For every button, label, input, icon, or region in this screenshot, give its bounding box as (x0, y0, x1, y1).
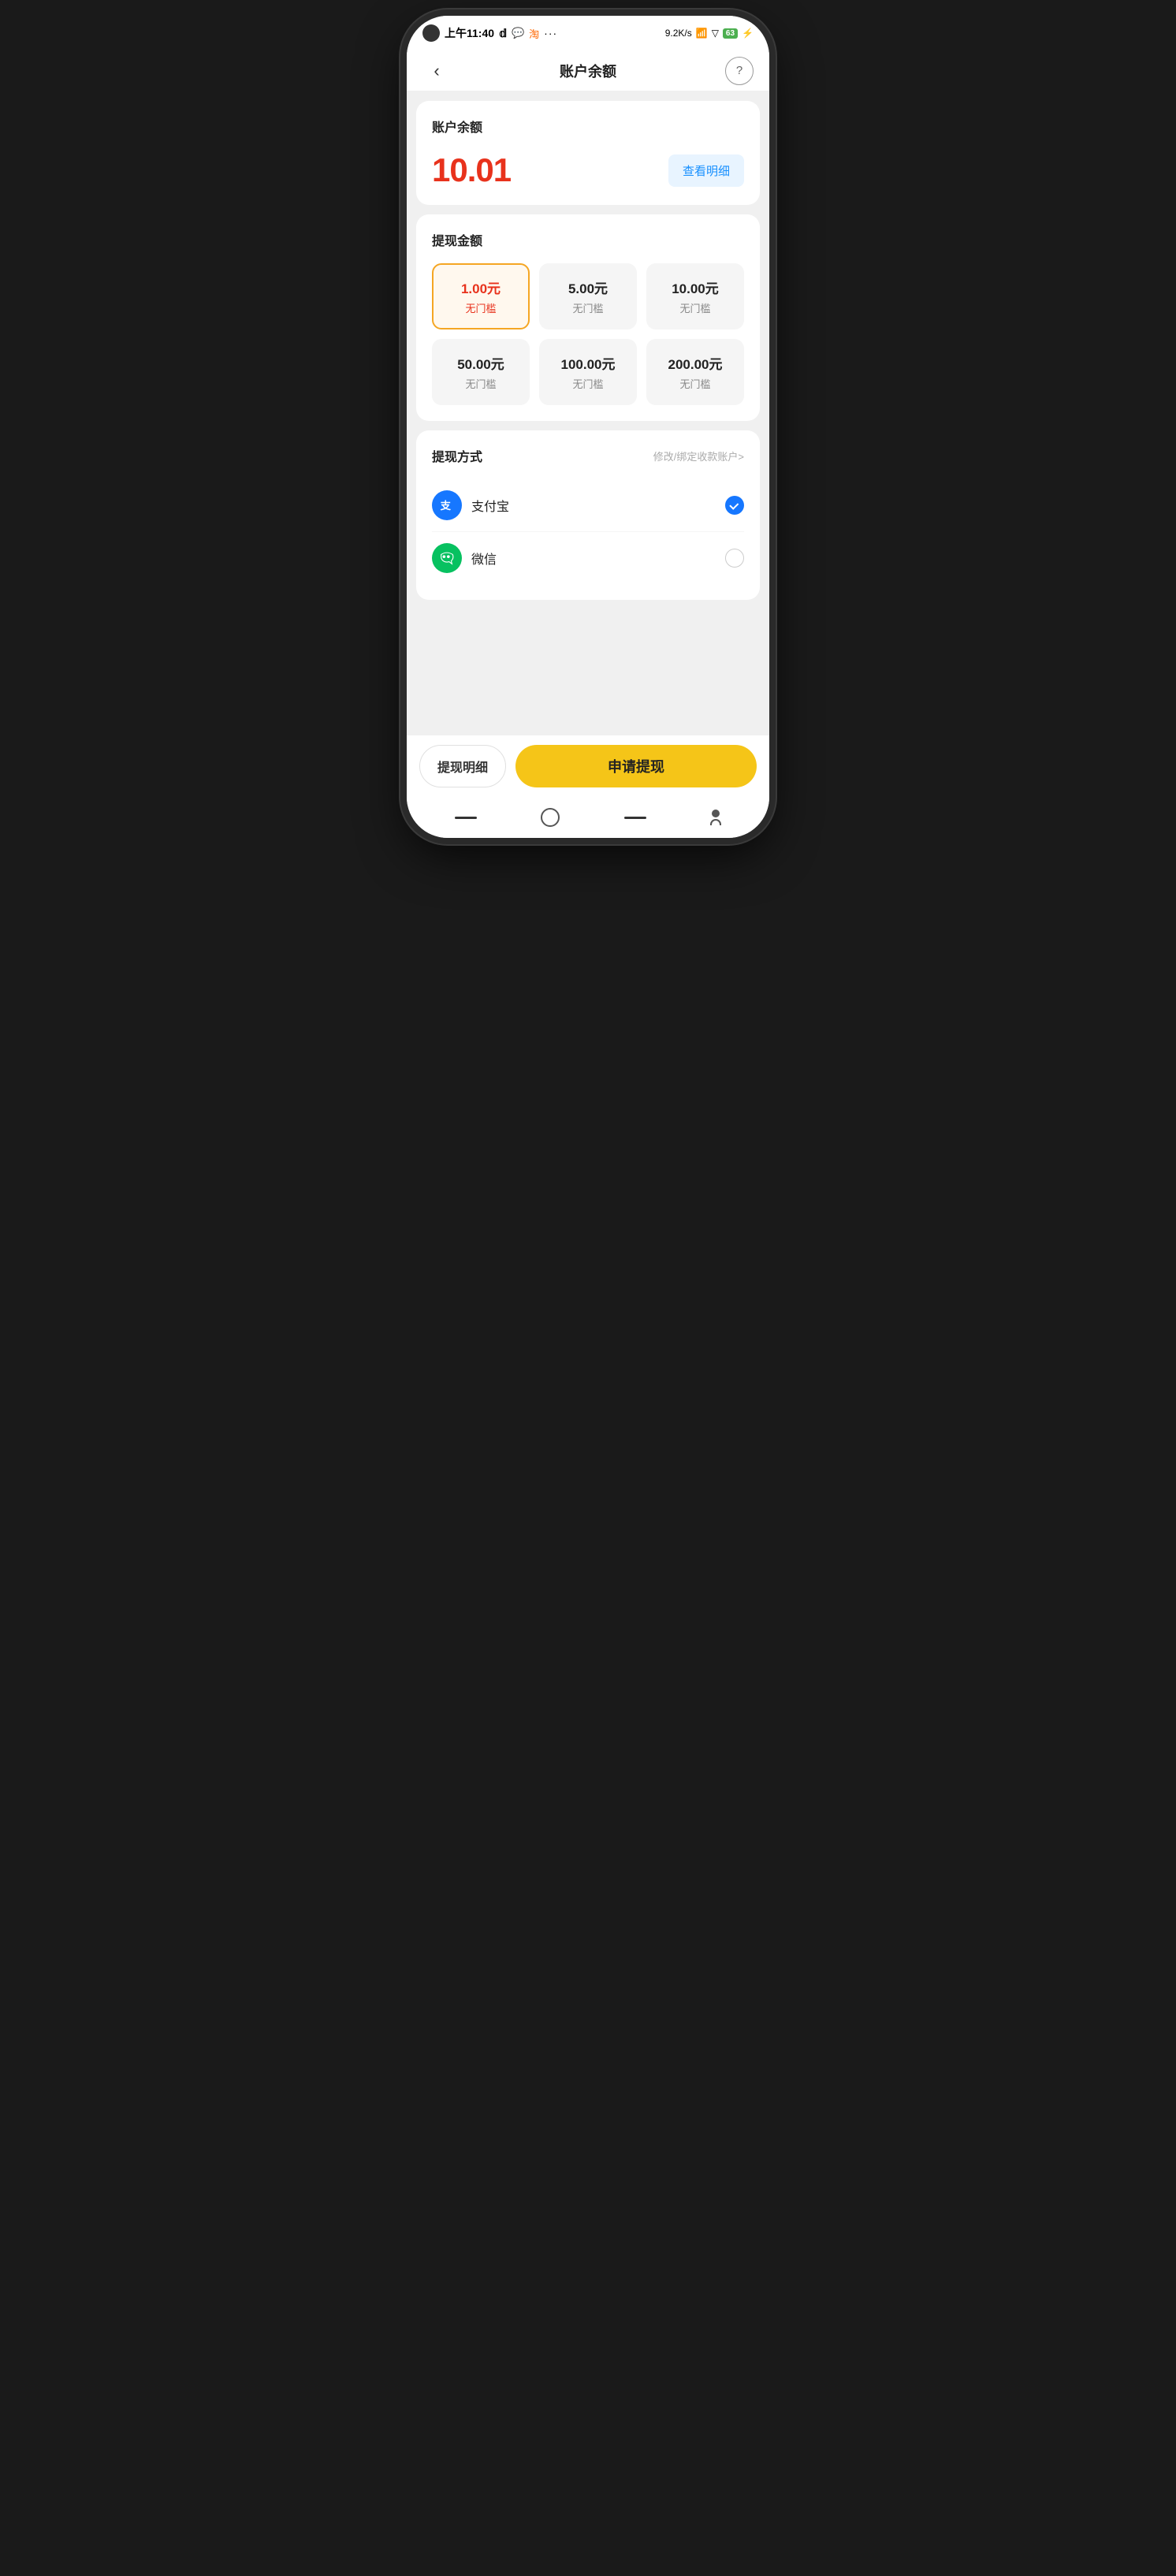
alipay-icon: 支 (432, 490, 462, 520)
amount-option-3[interactable]: 10.00元 无门槛 (646, 263, 744, 329)
charging-icon: ⚡ (742, 28, 754, 39)
status-icon-taobao: 淘 (529, 26, 539, 41)
alipay-label: 支付宝 (471, 496, 725, 515)
main-content: 账户余额 10.01 查看明细 提现金额 1.00元 无门槛 5.00元 无门槛… (407, 91, 769, 609)
balance-row: 10.01 查看明细 (432, 151, 744, 189)
status-dots: ··· (544, 27, 557, 39)
wechat-label: 微信 (471, 549, 725, 568)
signal-icon: 📶 (696, 28, 708, 39)
amount-option-2[interactable]: 5.00元 无门槛 (539, 263, 637, 329)
amount-threshold-3: 无门槛 (679, 300, 710, 315)
amount-threshold-5: 无门槛 (572, 376, 603, 391)
network-speed: 9.2K/s (665, 28, 692, 39)
balance-card: 账户余额 10.01 查看明细 (416, 101, 760, 205)
method-link[interactable]: 修改/绑定收款账户> (653, 449, 744, 463)
page-title: 账户余额 (560, 61, 616, 81)
amount-option-4[interactable]: 50.00元 无门槛 (432, 339, 530, 405)
person-body (710, 819, 721, 825)
menu-indicator (455, 817, 477, 819)
status-bar: 上午11:40 𝕕 💬 淘 ··· 9.2K/s 📶 ▽ 63 ⚡ (407, 16, 769, 50)
wechat-radio-unchecked (725, 549, 744, 568)
amount-value-4: 50.00元 (457, 353, 504, 373)
amount-threshold-2: 无门槛 (572, 300, 603, 315)
amount-value-1: 1.00元 (461, 277, 501, 297)
empty-space (407, 609, 769, 735)
tiktok-icon: 𝕕 (499, 27, 507, 40)
amount-threshold-1: 无门槛 (465, 300, 496, 315)
alipay-method-item[interactable]: 支 支付宝 (432, 479, 744, 531)
profile-icon[interactable] (710, 810, 721, 825)
status-icon-chat: 💬 (512, 27, 524, 39)
amount-option-1[interactable]: 1.00元 无门槛 (432, 263, 530, 329)
nav-bar: ‹ 账户余额 ? (407, 50, 769, 91)
amount-value-2: 5.00元 (568, 277, 608, 297)
status-left: 上午11:40 𝕕 💬 淘 ··· (422, 24, 557, 42)
method-title: 提现方式 (432, 446, 482, 465)
apply-button[interactable]: 申请提现 (515, 745, 757, 787)
amount-threshold-6: 无门槛 (679, 376, 710, 391)
back-button[interactable]: ‹ (422, 57, 451, 85)
status-time: 上午11:40 (445, 25, 494, 41)
alipay-radio-checked (725, 496, 744, 515)
svg-text:支: 支 (440, 499, 452, 512)
withdraw-method-card: 提现方式 修改/绑定收款账户> 支 支付宝 (416, 430, 760, 600)
amount-option-6[interactable]: 200.00元 无门槛 (646, 339, 744, 405)
wechat-icon (432, 543, 462, 573)
help-icon: ? (736, 64, 742, 77)
amount-grid: 1.00元 无门槛 5.00元 无门槛 10.00元 无门槛 50.00元 无门… (432, 263, 744, 405)
help-button[interactable]: ? (725, 57, 754, 85)
amount-value-6: 200.00元 (668, 353, 723, 373)
withdraw-amount-title: 提现金额 (432, 230, 744, 249)
amount-option-5[interactable]: 100.00元 无门槛 (539, 339, 637, 405)
balance-card-title: 账户余额 (432, 117, 744, 136)
balance-amount: 10.01 (432, 151, 511, 189)
bottom-nav (407, 797, 769, 838)
detail-button[interactable]: 提现明细 (419, 745, 506, 787)
amount-threshold-4: 无门槛 (465, 376, 496, 391)
back-indicator (624, 817, 646, 819)
amount-value-5: 100.00元 (561, 353, 616, 373)
wechat-method-item[interactable]: 微信 (432, 531, 744, 584)
withdraw-amount-card: 提现金额 1.00元 无门槛 5.00元 无门槛 10.00元 无门槛 50.0… (416, 214, 760, 421)
phone-frame: 上午11:40 𝕕 💬 淘 ··· 9.2K/s 📶 ▽ 63 ⚡ ‹ 账户余额… (407, 16, 769, 838)
amount-value-3: 10.00元 (672, 277, 719, 297)
battery-badge: 63 (723, 28, 738, 39)
method-header: 提现方式 修改/绑定收款账户> (432, 446, 744, 465)
status-right: 9.2K/s 📶 ▽ 63 ⚡ (665, 28, 754, 39)
bottom-action-bar: 提现明细 申请提现 (407, 735, 769, 797)
person-head (712, 810, 720, 817)
home-button[interactable] (541, 808, 560, 827)
view-detail-button[interactable]: 查看明细 (668, 154, 744, 187)
wifi-icon: ▽ (712, 28, 719, 39)
camera-icon (422, 24, 440, 42)
